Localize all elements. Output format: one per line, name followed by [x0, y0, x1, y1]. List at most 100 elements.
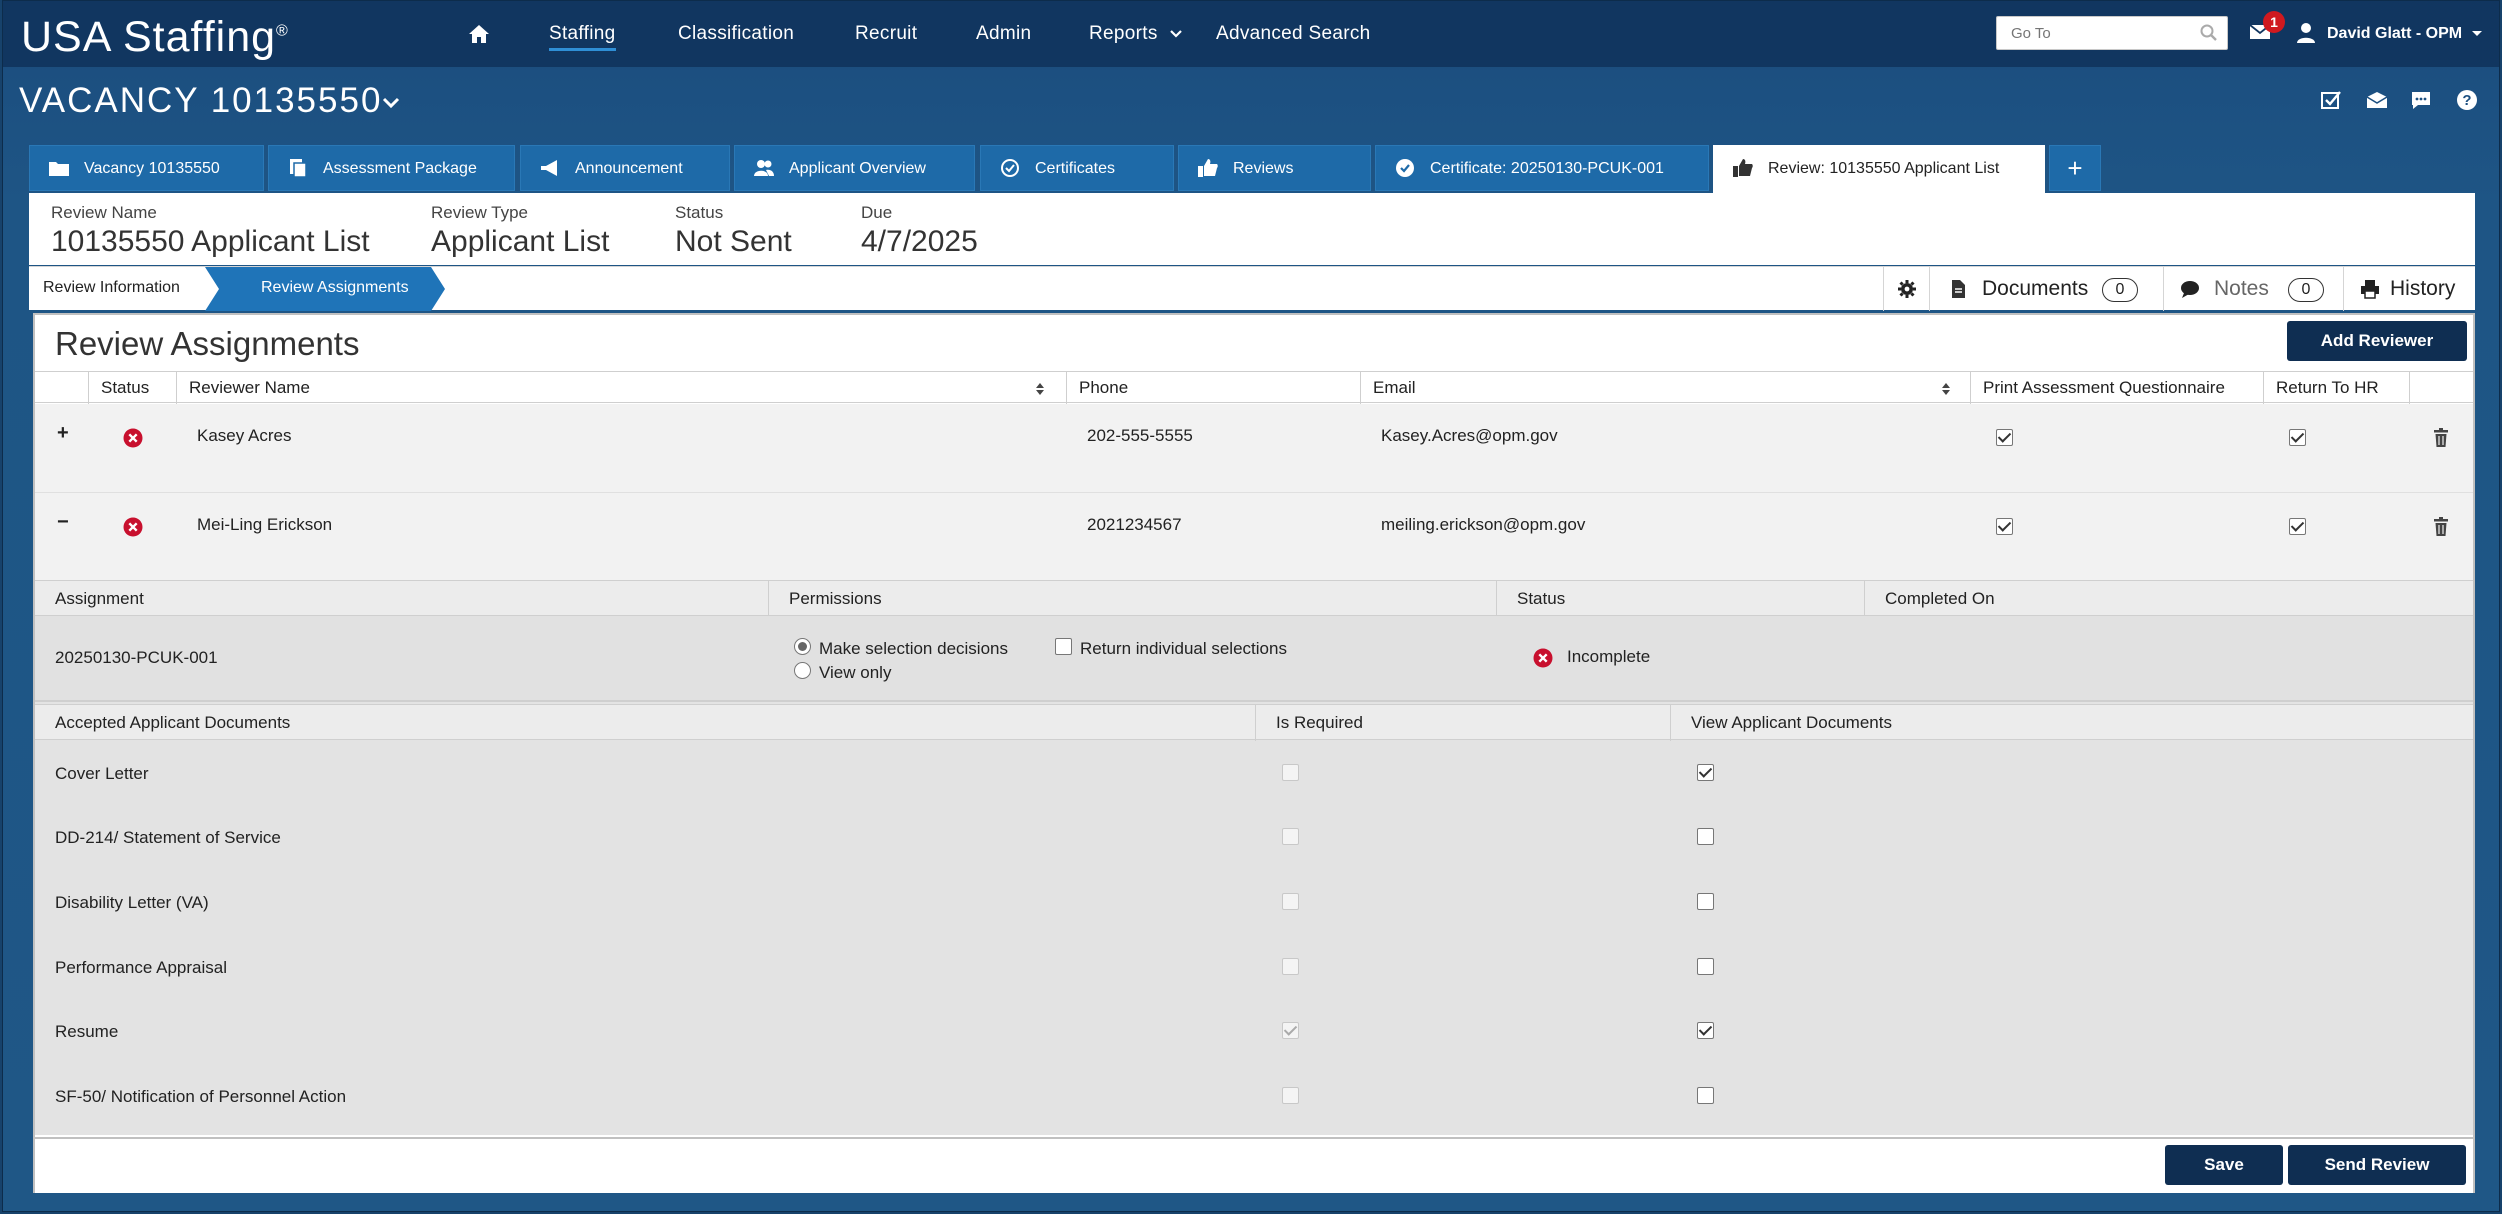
print-aq-checkbox[interactable] — [1996, 429, 2013, 446]
make-selection-radio[interactable] — [794, 638, 811, 655]
document-row: DD-214/ Statement of Service — [35, 804, 2473, 869]
search-icon[interactable] — [2199, 23, 2219, 43]
review-name-value: 10135550 Applicant List — [51, 225, 370, 258]
inbox-icon[interactable] — [2365, 89, 2389, 111]
nav-recruit[interactable]: Recruit — [855, 23, 917, 45]
home-icon[interactable] — [467, 23, 491, 45]
tab-label: Assessment Package — [323, 160, 477, 177]
assignment-name: 20250130-PCUK-001 — [55, 648, 218, 667]
settings-button[interactable] — [1883, 267, 1929, 311]
view-document-checkbox[interactable] — [1697, 893, 1714, 910]
nav-admin[interactable]: Admin — [976, 23, 1031, 45]
review-type-label: Review Type — [431, 203, 529, 222]
crumb-review-information[interactable]: Review Information — [29, 267, 194, 311]
vacancy-title[interactable]: VACANCY 10135550 — [19, 81, 382, 121]
documents-label: Documents — [1982, 277, 2089, 300]
goto-input[interactable] — [1996, 16, 2228, 50]
document-row: SF-50/ Notification of Personnel Action — [35, 1063, 2473, 1127]
history-button[interactable]: History — [2343, 267, 2475, 311]
due-label: Due — [861, 203, 893, 222]
help-icon[interactable]: ? — [2455, 89, 2479, 111]
tab-applicant-overview[interactable]: Applicant Overview — [734, 145, 975, 191]
tab-label: Certificate: 20250130-PCUK-001 — [1430, 160, 1664, 177]
view-document-checkbox[interactable] — [1697, 958, 1714, 975]
user-icon[interactable] — [2296, 22, 2316, 44]
column-completed-on: Completed On — [1864, 581, 2473, 617]
error-status-icon — [1533, 648, 1553, 668]
expand-row-button[interactable]: + — [57, 422, 69, 445]
tab-review-detail[interactable]: Review: 10135550 Applicant List — [1713, 145, 2045, 195]
thumbs-up-icon — [1733, 159, 1753, 177]
tab-vacancy[interactable]: Vacancy 10135550 — [29, 145, 264, 191]
add-tab-button[interactable]: + — [2049, 145, 2101, 191]
notes-button[interactable]: Notes 0 — [2163, 267, 2343, 311]
column-status[interactable]: Status — [88, 372, 176, 404]
panel-footer: Save Send Review — [35, 1137, 2473, 1193]
is-required-checkbox — [1282, 828, 1299, 845]
column-view-documents: View Applicant Documents — [1670, 705, 2473, 741]
nav-advanced-search[interactable]: Advanced Search — [1216, 23, 1371, 45]
return-hr-checkbox[interactable] — [2289, 518, 2306, 535]
actions-column-header — [2409, 372, 2473, 404]
top-navigation: USA Staffing® Staffing Classification Re… — [3, 1, 2499, 67]
column-return-hr[interactable]: Return To HR — [2263, 372, 2409, 404]
reviewers-table-header: Status Reviewer Name Phone Email Print A… — [35, 371, 2473, 404]
user-name: David Glatt - OPM — [2327, 25, 2463, 42]
tab-assessment-package[interactable]: Assessment Package — [268, 145, 515, 191]
tab-announcement[interactable]: Announcement — [520, 145, 730, 191]
column-email[interactable]: Email — [1360, 372, 1970, 404]
nav-staffing[interactable]: Staffing — [549, 23, 616, 51]
is-required-checkbox — [1282, 893, 1299, 910]
nav-reports-label: Reports — [1089, 23, 1158, 44]
return-individual-checkbox[interactable] — [1055, 638, 1072, 655]
view-only-radio[interactable] — [794, 662, 811, 679]
document-row: Disability Letter (VA) — [35, 869, 2473, 934]
add-reviewer-button[interactable]: Add Reviewer — [2287, 321, 2467, 361]
column-reviewer-name[interactable]: Reviewer Name — [176, 372, 1066, 404]
collapse-row-button[interactable]: − — [57, 511, 69, 534]
status-value: Not Sent — [675, 225, 792, 258]
trash-icon[interactable] — [2433, 517, 2449, 537]
section-nav: Review Information Review Assignments Do… — [29, 266, 2475, 311]
chevron-down-icon[interactable] — [381, 96, 401, 110]
return-individual-label: Return individual selections — [1080, 639, 1287, 658]
save-button[interactable]: Save — [2165, 1145, 2283, 1185]
column-is-required: Is Required — [1255, 705, 1670, 741]
column-print-aq[interactable]: Print Assessment Questionnaire — [1970, 372, 2263, 404]
is-required-checkbox — [1282, 1087, 1299, 1104]
sort-icon — [1036, 383, 1044, 395]
nav-classification[interactable]: Classification — [678, 23, 794, 45]
documents-button[interactable]: Documents 0 — [1929, 267, 2163, 311]
view-document-checkbox[interactable] — [1697, 764, 1714, 781]
tab-label: Vacancy 10135550 — [84, 160, 220, 177]
reviewer-email: Kasey.Acres@opm.gov — [1381, 426, 1558, 445]
tasks-icon[interactable] — [2319, 89, 2343, 111]
print-aq-checkbox[interactable] — [1996, 518, 2013, 535]
notes-label: Notes — [2214, 277, 2269, 300]
send-review-button[interactable]: Send Review — [2288, 1145, 2466, 1185]
view-document-checkbox[interactable] — [1697, 1022, 1714, 1039]
tab-certificate-detail[interactable]: Certificate: 20250130-PCUK-001 — [1375, 145, 1709, 191]
return-hr-checkbox[interactable] — [2289, 429, 2306, 446]
app-logo[interactable]: USA Staffing® — [21, 13, 289, 62]
documents-count: 0 — [2102, 278, 2138, 302]
tab-certificates[interactable]: Certificates — [980, 145, 1174, 191]
trash-icon[interactable] — [2433, 428, 2449, 448]
column-phone[interactable]: Phone — [1066, 372, 1360, 404]
nav-reports[interactable]: Reports — [1089, 23, 1183, 45]
column-label: Reviewer Name — [189, 378, 310, 397]
chat-icon[interactable] — [2409, 89, 2433, 111]
column-assignment: Assignment — [55, 589, 144, 608]
document-name: SF-50/ Notification of Personnel Action — [55, 1087, 347, 1106]
users-icon — [754, 160, 774, 176]
reviewer-phone: 202-555-5555 — [1087, 426, 1193, 445]
view-document-checkbox[interactable] — [1697, 828, 1714, 845]
is-required-checkbox — [1282, 764, 1299, 781]
tab-label: Announcement — [575, 160, 683, 177]
assignment-details: Assignment Permissions Status Completed … — [35, 580, 2473, 1135]
crumb-review-assignments[interactable]: Review Assignments — [205, 267, 445, 311]
view-document-checkbox[interactable] — [1697, 1087, 1714, 1104]
user-menu[interactable]: David Glatt - OPM — [2327, 25, 2483, 43]
tab-reviews[interactable]: Reviews — [1178, 145, 1371, 191]
reviewer-phone: 2021234567 — [1087, 515, 1182, 534]
